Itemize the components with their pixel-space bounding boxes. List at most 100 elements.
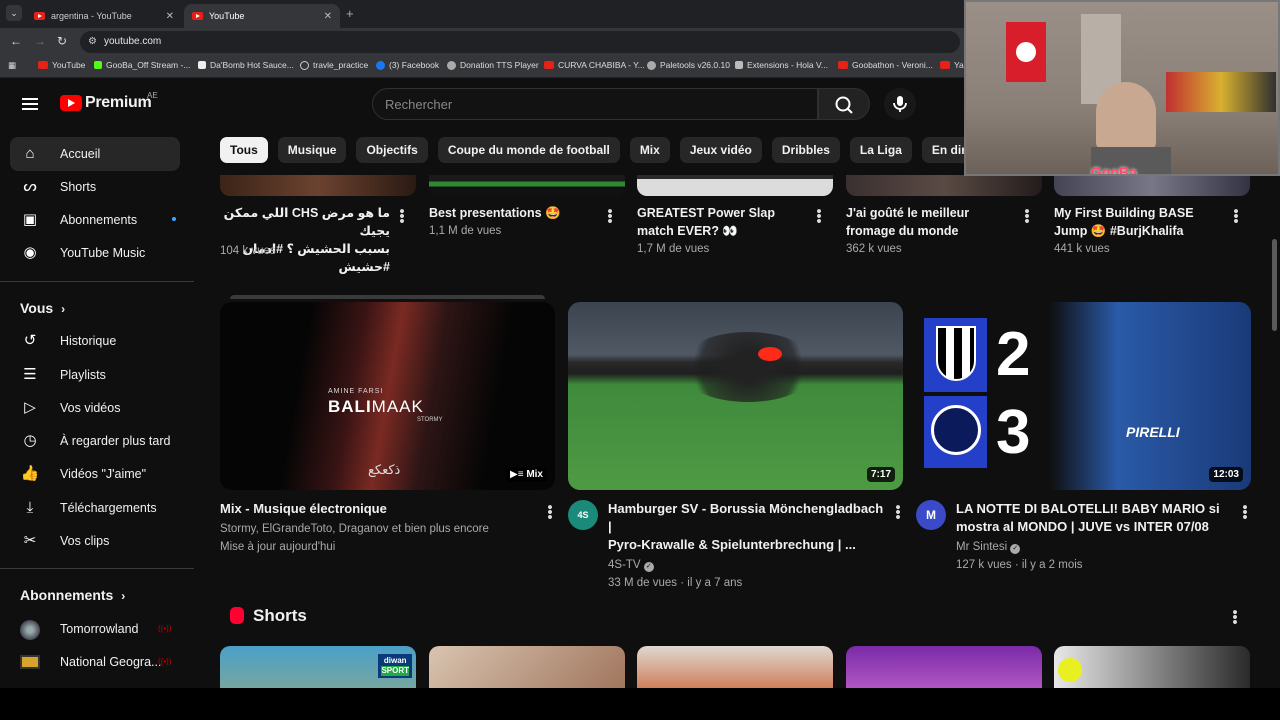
- video-thumbnail[interactable]: [637, 175, 833, 196]
- bookmark-label: Paletools v26.0.10: [660, 60, 730, 70]
- bookmark-dabomb[interactable]: Da'Bomb Hot Sauce...: [198, 60, 294, 70]
- shelf-items: [1166, 72, 1276, 112]
- bookmark-goobathon[interactable]: Goobathon - Veroni...: [838, 60, 933, 70]
- sidebar-item-your-videos[interactable]: ▷ Vos vidéos: [10, 391, 180, 425]
- video-thumbnail[interactable]: 2 3 PIRELLI 12:03: [916, 302, 1251, 490]
- bookmark-ya[interactable]: Ya: [940, 60, 964, 70]
- video-title[interactable]: Mix - Musique électronique: [220, 500, 530, 518]
- video-title[interactable]: LA NOTTE DI BALOTELLI! BABY MARIO si: [956, 500, 1236, 518]
- new-tab-button[interactable]: +: [346, 6, 354, 21]
- bookmark-donation[interactable]: Donation TTS Player: [447, 60, 539, 70]
- bookmark-paletools[interactable]: Paletools v26.0.10: [647, 60, 730, 70]
- search-input[interactable]: Rechercher: [372, 88, 818, 120]
- short-thumbnail[interactable]: [637, 646, 833, 688]
- forward-icon[interactable]: →: [34, 34, 46, 48]
- sidebar-item-liked-videos[interactable]: 👍 Vidéos "J'aime": [10, 457, 180, 491]
- page-scrollbar[interactable]: [1272, 239, 1277, 331]
- video-title[interactable]: J'ai goûté le meilleur: [846, 204, 1016, 222]
- video-thumbnail[interactable]: [220, 175, 416, 196]
- sidebar-channel-natgeo[interactable]: National Geogra... ((•)): [10, 645, 180, 679]
- video-title[interactable]: My First Building BASE: [1054, 204, 1224, 222]
- chip-world-cup[interactable]: Coupe du monde de football: [437, 137, 620, 163]
- browser-tab-youtube[interactable]: YouTube ✕: [184, 4, 340, 28]
- bookmark-travle[interactable]: travle_practice: [300, 60, 368, 70]
- bookmark-curva[interactable]: CURVA CHABIBA - Y...: [544, 60, 645, 70]
- chip-video-games[interactable]: Jeux vidéo: [679, 137, 762, 163]
- chip-dribbles[interactable]: Dribbles: [771, 137, 840, 163]
- close-tab-icon[interactable]: ✕: [324, 11, 332, 22]
- more-options-icon[interactable]: •••: [394, 209, 410, 224]
- tab-list-dropdown-icon[interactable]: ⌄: [6, 5, 22, 21]
- mix-thumbnail[interactable]: AMINE FARSI BALIMAAK STORMY ذكعكع ▶≡ Mix: [220, 302, 555, 490]
- bookmark-facebook[interactable]: (3) Facebook: [376, 60, 439, 70]
- chip-goals[interactable]: Objectifs: [356, 137, 428, 163]
- chip-mix[interactable]: Mix: [629, 137, 670, 163]
- video-thumbnail[interactable]: [429, 175, 625, 196]
- sidebar-item-history[interactable]: ↺ Historique: [10, 324, 180, 358]
- sidebar-subscriptions-header[interactable]: Abonnements ›: [20, 587, 125, 603]
- short-thumbnail[interactable]: [846, 646, 1042, 688]
- more-options-icon[interactable]: •••: [1237, 505, 1253, 520]
- shorts-shelf-title: Shorts: [253, 606, 307, 625]
- video-title-line2[interactable]: Jump 🤩 #BurjKhalifa: [1054, 222, 1224, 240]
- short-thumbnail[interactable]: [1054, 646, 1250, 688]
- more-options-icon[interactable]: •••: [890, 505, 906, 520]
- more-options-icon[interactable]: •••: [1227, 610, 1243, 625]
- video-thumbnail[interactable]: [846, 175, 1042, 196]
- sidebar-item-home[interactable]: ⌂ Accueil: [10, 137, 180, 171]
- short-thumbnail[interactable]: diwan SPORT: [220, 646, 416, 688]
- juventus-logo-icon: [936, 326, 976, 381]
- browser-tab-argentina[interactable]: argentina - YouTube ✕: [26, 4, 182, 28]
- bookmark-youtube[interactable]: YouTube: [38, 60, 85, 70]
- sidebar-item-youtube-music[interactable]: ◉ YouTube Music: [10, 236, 180, 270]
- youtube-favicon-icon: [192, 12, 203, 20]
- close-tab-icon[interactable]: ✕: [166, 11, 174, 22]
- back-icon[interactable]: ←: [10, 34, 22, 48]
- video-title[interactable]: Hamburger SV - Borussia Mönchengladbach …: [608, 500, 888, 536]
- bookmark-gooba[interactable]: GooBa_Off Stream -...: [94, 60, 190, 70]
- video-thumbnail[interactable]: 7:17: [568, 302, 903, 490]
- sidebar-item-shorts[interactable]: ᔕ Shorts: [10, 170, 180, 204]
- search-button[interactable]: [818, 88, 870, 120]
- bookmark-extensions[interactable]: Extensions - Hola V...: [735, 60, 828, 70]
- more-options-icon[interactable]: •••: [811, 209, 827, 224]
- more-options-icon[interactable]: •••: [1228, 209, 1244, 224]
- video-title-line2[interactable]: fromage du monde: [846, 222, 1016, 240]
- sidebar-you-header[interactable]: Vous ›: [20, 300, 65, 316]
- sidebar-item-watch-later[interactable]: ◷ À regarder plus tard: [10, 424, 180, 458]
- url-field[interactable]: ⚙ youtube.com: [80, 31, 960, 53]
- video-title[interactable]: Best presentations 🤩: [429, 204, 599, 222]
- video-title-line2[interactable]: match EVER? 👀: [637, 222, 807, 240]
- chevron-right-icon: ›: [121, 589, 126, 603]
- video-title[interactable]: GREATEST Power Slap: [637, 204, 807, 222]
- flag-emblem: [1016, 42, 1036, 62]
- channel-name[interactable]: 4S-TV ✓: [608, 556, 888, 574]
- voice-search-button[interactable]: [884, 88, 916, 120]
- mix-icon: ▶≡: [510, 469, 527, 480]
- sidebar-item-clips[interactable]: ✂ Vos clips: [10, 524, 180, 558]
- short-thumbnail[interactable]: [429, 646, 625, 688]
- channel-avatar[interactable]: 4S: [568, 500, 598, 530]
- chip-la-liga[interactable]: La Liga: [849, 137, 912, 163]
- video-title-line2[interactable]: mostra al MONDO | JUVE vs INTER 07/08: [956, 518, 1236, 536]
- more-options-icon[interactable]: •••: [1019, 209, 1035, 224]
- sidebar-item-subscriptions[interactable]: ▣ Abonnements: [10, 203, 180, 237]
- reload-icon[interactable]: ↻: [57, 34, 67, 48]
- more-options-icon[interactable]: •••: [602, 209, 618, 224]
- channel-avatar[interactable]: M: [916, 500, 946, 530]
- thumb-script: ذكعكع: [368, 462, 401, 477]
- sidebar-item-downloads[interactable]: ⤓ Téléchargements: [10, 491, 180, 525]
- sidebar-channel-tomorrowland[interactable]: Tomorrowland ((•)): [10, 612, 180, 646]
- filter-chips: Tous Musique Objectifs Coupe du monde de…: [220, 137, 994, 163]
- chip-music[interactable]: Musique: [277, 137, 347, 163]
- video-title-line2[interactable]: Pyro-Krawalle & Spielunterbrechung | ...: [608, 536, 888, 554]
- site-info-icon[interactable]: ⚙: [88, 36, 97, 47]
- video-title[interactable]: ما هو مرض CHS اللي ممكن يجيك: [220, 204, 390, 240]
- clock-icon: ◷: [23, 432, 37, 449]
- video-thumbnail[interactable]: [1054, 175, 1250, 196]
- apps-icon[interactable]: ▦: [8, 60, 16, 71]
- sidebar-item-playlists[interactable]: ☰ Playlists: [10, 358, 180, 392]
- chip-all[interactable]: Tous: [220, 137, 268, 163]
- more-options-icon[interactable]: •••: [542, 505, 558, 520]
- channel-name[interactable]: Mr Sintesi ✓: [956, 538, 1236, 556]
